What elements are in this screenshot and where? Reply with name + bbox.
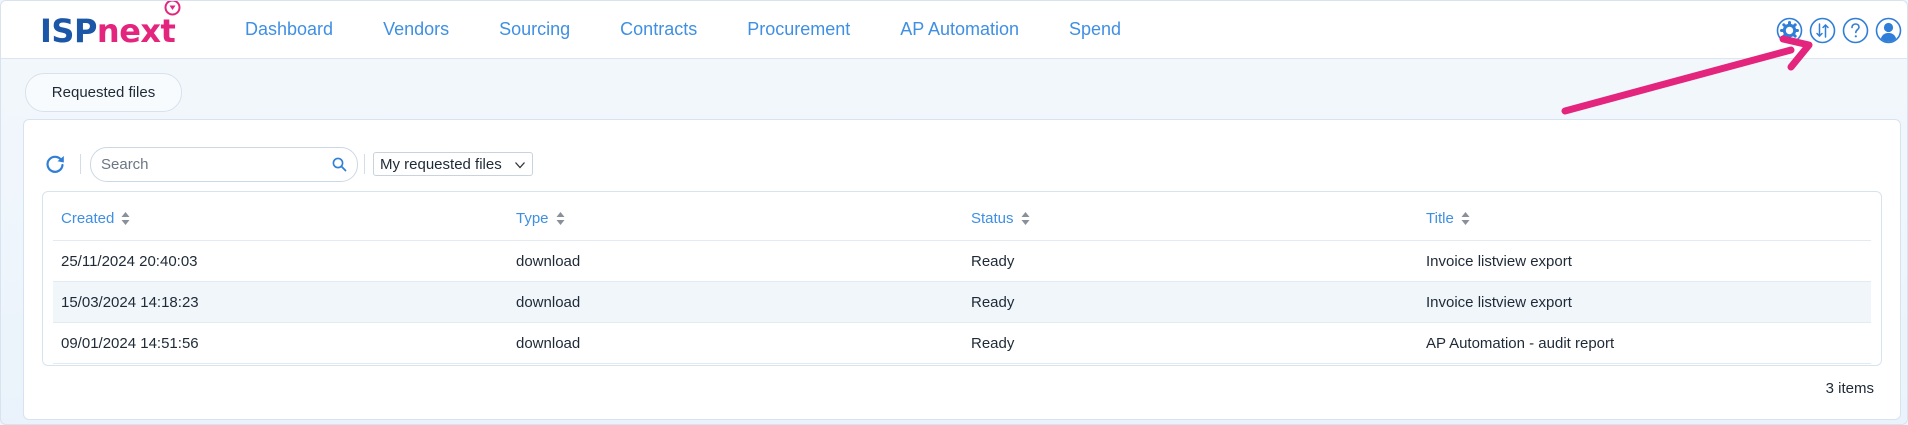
toolbar-divider	[80, 154, 81, 174]
tab-requested-files-label: Requested files	[51, 84, 156, 101]
toolbar-divider	[364, 154, 365, 174]
sort-icon	[1021, 211, 1030, 225]
help-icon[interactable]	[1842, 17, 1869, 44]
column-header-created[interactable]: Created	[61, 210, 130, 227]
nav-dashboard[interactable]: Dashboard	[245, 19, 333, 40]
nav-contracts[interactable]: Contracts	[620, 19, 697, 40]
cell-created: 15/03/2024 14:18:23	[61, 293, 199, 311]
main-nav: Dashboard Vendors Sourcing Contracts Pro…	[245, 1, 1171, 58]
filter-select-value: My requested files	[380, 155, 502, 173]
refresh-icon[interactable]	[44, 153, 66, 175]
user-icon[interactable]	[1875, 17, 1902, 44]
cell-created: 25/11/2024 20:40:03	[61, 252, 198, 270]
sort-icon	[121, 211, 130, 225]
cell-status: Ready	[971, 293, 1015, 311]
cell-title: Invoice listview export	[1426, 252, 1572, 270]
table-row[interactable]: 09/01/2024 14:51:56 download Ready AP Au…	[53, 323, 1871, 364]
gear-icon[interactable]	[1776, 17, 1803, 44]
column-header-label: Title	[1426, 209, 1454, 227]
logo-badge-icon	[164, 1, 181, 16]
requested-files-panel: My requested files Created Type Status	[23, 119, 1901, 420]
cell-created: 09/01/2024 14:51:56	[61, 334, 199, 352]
table-row[interactable]: 25/11/2024 20:40:03 download Ready Invoi…	[53, 241, 1871, 282]
column-header-label: Status	[971, 209, 1014, 227]
tab-requested-files[interactable]: Requested files	[25, 73, 182, 112]
search-icon[interactable]	[332, 157, 347, 172]
column-header-title[interactable]: Title	[1426, 210, 1470, 227]
top-navbar: ISPnext Dashboard Vendors Sourcing Contr…	[1, 1, 1907, 59]
top-icon-group	[1776, 17, 1902, 44]
search-input[interactable]	[101, 154, 311, 174]
nav-ap-automation[interactable]: AP Automation	[900, 19, 1019, 40]
cell-status: Ready	[971, 252, 1015, 270]
app-logo[interactable]: ISPnext	[40, 11, 176, 51]
cell-status: Ready	[971, 334, 1015, 352]
cell-type: download	[516, 334, 581, 352]
table-header-row: Created Type Status Title	[53, 196, 1871, 241]
table-row[interactable]: 15/03/2024 14:18:23 download Ready Invoi…	[53, 282, 1871, 323]
column-header-label: Type	[516, 209, 549, 227]
cell-title: Invoice listview export	[1426, 293, 1572, 311]
requested-files-filter-select[interactable]: My requested files	[373, 152, 533, 176]
nav-procurement[interactable]: Procurement	[747, 19, 850, 40]
app-window: ISPnext Dashboard Vendors Sourcing Contr…	[0, 0, 1908, 425]
nav-vendors[interactable]: Vendors	[383, 19, 449, 40]
transfer-arrows-icon[interactable]	[1809, 17, 1836, 44]
chevron-down-icon	[515, 162, 525, 169]
table-toolbar: My requested files	[24, 146, 1900, 182]
item-count: 3 items	[1825, 380, 1874, 397]
search-box	[90, 147, 358, 182]
nav-sourcing[interactable]: Sourcing	[499, 19, 570, 40]
cell-type: download	[516, 252, 581, 270]
cell-type: download	[516, 293, 581, 311]
column-header-status[interactable]: Status	[971, 210, 1030, 227]
cell-title: AP Automation - audit report	[1426, 334, 1615, 352]
requested-files-table: Created Type Status Title 25/11/2024 20:	[42, 191, 1882, 366]
logo-text-next: next	[96, 12, 176, 50]
sort-icon	[1461, 211, 1470, 225]
column-header-label: Created	[61, 209, 115, 227]
sort-icon	[556, 211, 565, 225]
logo-text-isp: ISP	[40, 12, 97, 50]
nav-spend[interactable]: Spend	[1069, 19, 1121, 40]
column-header-type[interactable]: Type	[516, 210, 565, 227]
